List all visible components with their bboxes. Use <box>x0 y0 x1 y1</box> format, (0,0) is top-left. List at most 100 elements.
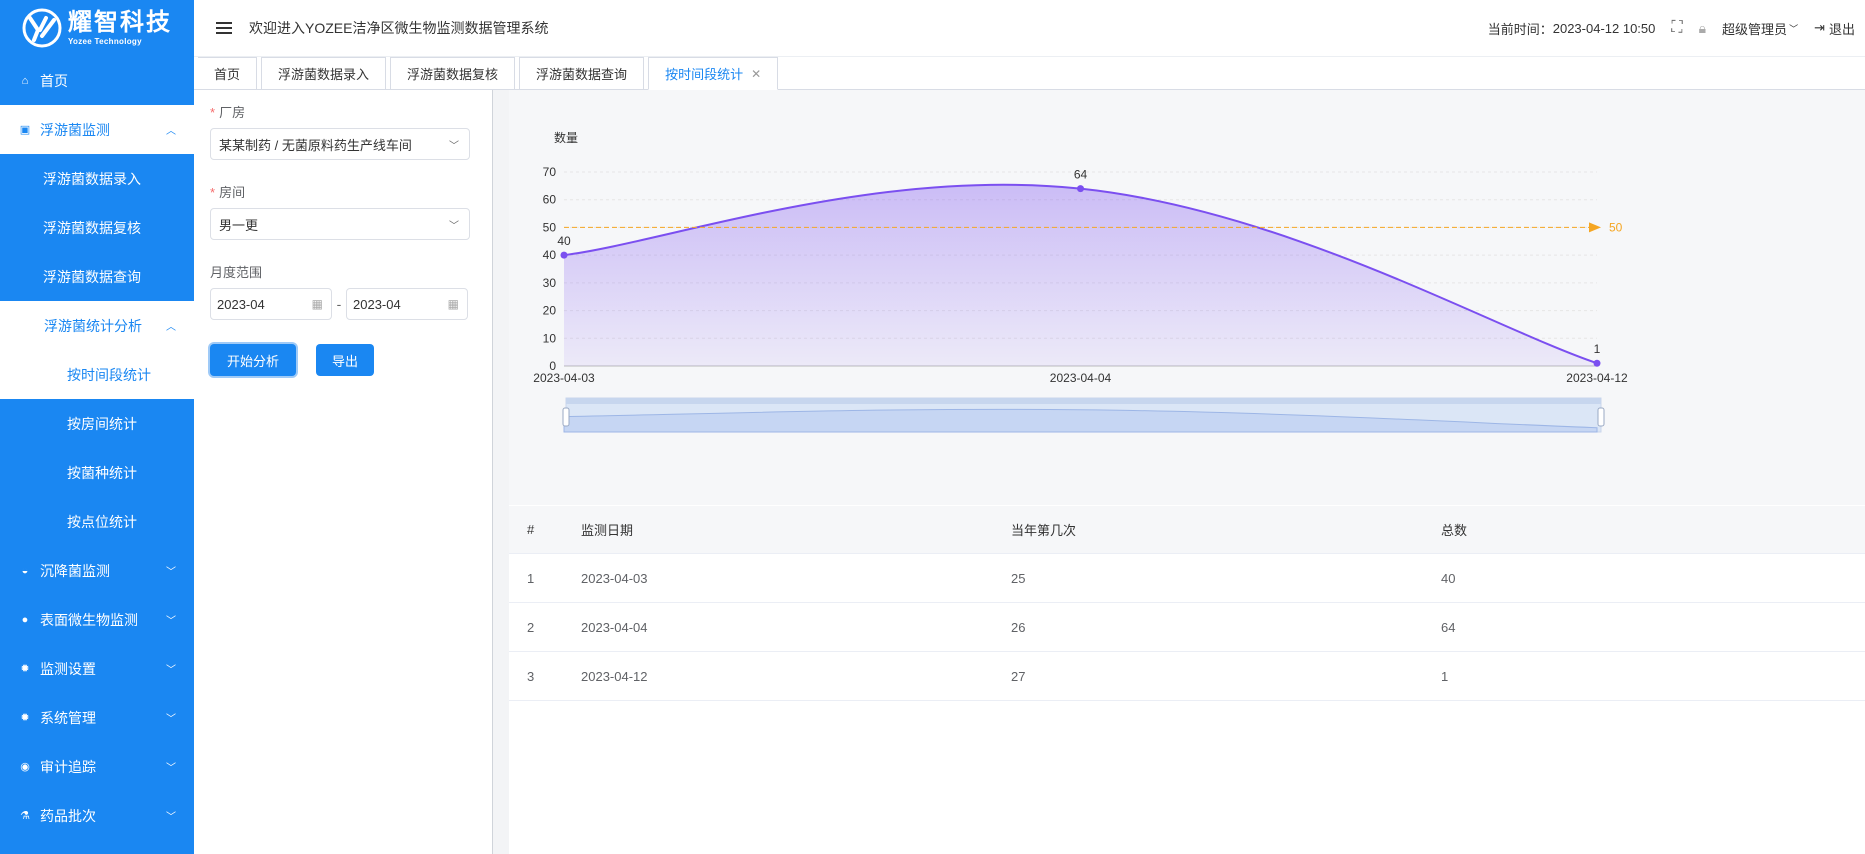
logout-label: 退出 <box>1828 21 1855 37</box>
tab-data-entry[interactable]: 浮游菌数据录入 <box>261 57 387 89</box>
sidebar-item-audit-trail[interactable]: ◉ 审计追踪 ﹀ <box>0 742 194 791</box>
document-icon: ▣ <box>19 124 31 136</box>
lock-icon[interactable]: 🔒︎ <box>1699 20 1706 37</box>
logo-icon <box>22 8 62 48</box>
y-tick-label: 10 <box>543 331 557 345</box>
filter-form: * 厂房 某某制药 / 无菌原料药生产线车间 ﹀ * 房间 男一更 ﹀ 月度范围 202… <box>210 102 470 376</box>
table-cell: 2023-04-03 <box>581 570 648 586</box>
threshold-arrow <box>1589 222 1601 233</box>
tab-label: 按时间段统计 <box>665 67 744 82</box>
analyze-button[interactable]: 开始分析 <box>210 344 296 376</box>
range-separator: - <box>336 296 342 312</box>
table-header-cell: 总数 <box>1441 523 1468 538</box>
gutter <box>493 90 509 854</box>
plant-value: 某某制药 / 无菌原料药生产线车间 <box>219 137 412 153</box>
x-tick-label: 2023-04-12 <box>1566 371 1628 385</box>
chevron-down-icon: ﹀ <box>449 140 459 152</box>
table-cell: 26 <box>1011 619 1026 635</box>
sidebar-item-surface-monitoring[interactable]: ● 表面微生物监测 ﹀ <box>0 595 194 644</box>
chevron-down-icon: ﹀ <box>166 616 176 627</box>
tab-data-query[interactable]: 浮游菌数据查询 <box>519 57 645 89</box>
table-cell: 3 <box>527 668 535 684</box>
zoom-handle-right[interactable] <box>1597 407 1605 427</box>
sidebar-item-label: 审计追踪 <box>40 758 96 775</box>
x-tick-label: 2023-04-04 <box>1050 371 1112 385</box>
start-month-input[interactable]: 2023-04 ▦ <box>210 288 332 320</box>
gear-icon: ✹ <box>20 712 30 724</box>
welcome-text: 欢迎进入YOZEE洁净区微生物监测数据管理系统 <box>249 20 549 36</box>
close-icon[interactable]: ✕ <box>751 67 761 81</box>
table-cell: 40 <box>1441 570 1456 586</box>
chart-area: 数量 0 10 20 30 40 50 60 70 2023-04-03 2023-04-04 202… <box>509 90 1865 505</box>
tab-label: 浮游菌数据复核 <box>407 67 499 82</box>
plant-label: * 厂房 <box>210 105 246 120</box>
sidebar-item-home[interactable]: ⌂ 首页 <box>0 56 194 105</box>
zoom-handle-left[interactable] <box>562 407 570 427</box>
sidebar-item-data-query[interactable]: 浮游菌数据查询 <box>0 252 194 301</box>
room-select[interactable]: 男一更 ﹀ <box>210 208 470 240</box>
area-fill <box>564 184 1597 366</box>
table-row[interactable]: 2 2023-04-04 26 64 <box>509 603 1865 652</box>
tab-by-time[interactable]: 按时间段统计 ✕ <box>648 57 779 90</box>
tab-home[interactable]: 首页 <box>198 57 258 89</box>
room-value: 男一更 <box>219 217 259 233</box>
table-row[interactable]: 1 2023-04-03 25 40 <box>509 554 1865 603</box>
user-dropdown[interactable]: 超级管理员 ﹀ <box>1722 19 1798 38</box>
sidebar-item-by-species[interactable]: 按菌种统计 <box>0 448 194 497</box>
chevron-down-icon: ﹀ <box>449 220 459 232</box>
user-name: 超级管理员 <box>1722 21 1788 37</box>
tab-label: 首页 <box>214 67 241 82</box>
gear-icon: ✹ <box>20 663 30 675</box>
data-table: # 监测日期 当年第几次 总数 1 2023-04-03 25 40 2 202… <box>509 506 1865 701</box>
tab-label: 浮游菌数据录入 <box>278 67 370 82</box>
time-label: 当前时间： <box>1487 21 1553 37</box>
sidebar-item-monitoring-settings[interactable]: ✹ 监测设置 ﹀ <box>0 644 194 693</box>
sidebar-item-by-time[interactable]: 按时间段统计 <box>0 350 194 399</box>
circle-icon: ● <box>21 613 29 626</box>
room-label: * 房间 <box>210 185 246 200</box>
chevron-down-icon: ﹀ <box>166 567 176 578</box>
top-header: 欢迎进入YOZEE洁净区微生物监测数据管理系统 当前时间： 2023-04-12… <box>194 0 1865 57</box>
table-cell: 27 <box>1011 668 1026 684</box>
calendar-icon: ▦ <box>447 297 459 311</box>
sidebar-item-label: 首页 <box>40 72 68 89</box>
calendar-icon: ▦ <box>311 297 323 311</box>
current-time: 当前时间： 2023-04-12 10:50 <box>1488 19 1656 38</box>
data-label: 40 <box>557 234 571 248</box>
time-value: 2023-04-12 10:50 <box>1552 20 1656 36</box>
sidebar: 耀智科技 Yozee Technology ⌂ 首页 ▣ 浮游菌监测 ︿ 浮游菌数据录… <box>0 0 194 854</box>
zoom-slider-bar <box>566 398 1601 404</box>
sidebar-item-statistics[interactable]: 浮游菌统计分析 ︿ <box>0 301 194 350</box>
end-month-input[interactable]: 2023-04 ▦ <box>346 288 468 320</box>
eye-icon: ◉ <box>20 761 30 773</box>
plant-select[interactable]: 某某制药 / 无菌原料药生产线车间 ﹀ <box>210 128 470 160</box>
end-month-value: 2023-04 <box>353 296 401 312</box>
flask-icon: ⚗ <box>20 810 30 822</box>
pie-icon: ◒ <box>21 564 29 577</box>
logout-button[interactable]: ⇥ 退出 <box>1814 19 1855 38</box>
x-tick-label: 2023-04-03 <box>533 371 595 385</box>
sidebar-item-data-review[interactable]: 浮游菌数据复核 <box>0 203 194 252</box>
sidebar-item-label: 系统管理 <box>40 709 96 726</box>
sidebar-item-drug-batch[interactable]: ⚗ 药品批次 ﹀ <box>0 791 194 840</box>
sidebar-item-settling-monitoring[interactable]: ◒ 沉降菌监测 ﹀ <box>0 546 194 595</box>
table-row[interactable]: 3 2023-04-12 27 1 <box>509 652 1865 701</box>
sidebar-item-data-entry[interactable]: 浮游菌数据录入 <box>0 154 194 203</box>
sidebar-item-by-point[interactable]: 按点位统计 <box>0 497 194 546</box>
y-tick-label: 40 <box>543 248 557 262</box>
tab-data-review[interactable]: 浮游菌数据复核 <box>390 57 516 89</box>
sidebar-item-by-room[interactable]: 按房间统计 <box>0 399 194 448</box>
sidebar-item-airborne-monitoring[interactable]: ▣ 浮游菌监测 ︿ <box>0 105 194 154</box>
y-tick-label: 20 <box>543 304 557 318</box>
sidebar-item-label: 按菌种统计 <box>67 464 137 481</box>
menu-toggle-icon[interactable] <box>216 22 232 34</box>
sidebar-item-label: 浮游菌监测 <box>40 121 110 138</box>
tab-bar: 首页 浮游菌数据录入 浮游菌数据复核 浮游菌数据查询 按时间段统计 ✕ <box>194 57 1865 90</box>
sidebar-item-system-management[interactable]: ✹ 系统管理 ﹀ <box>0 693 194 742</box>
data-label: 1 <box>1594 342 1601 356</box>
fullscreen-icon[interactable]: ⛶ <box>1671 19 1682 37</box>
y-tick-label: 30 <box>543 276 557 290</box>
table-cell: 2 <box>527 619 535 635</box>
export-button[interactable]: 导出 <box>316 344 374 376</box>
tab-label: 浮游菌数据查询 <box>536 67 628 82</box>
